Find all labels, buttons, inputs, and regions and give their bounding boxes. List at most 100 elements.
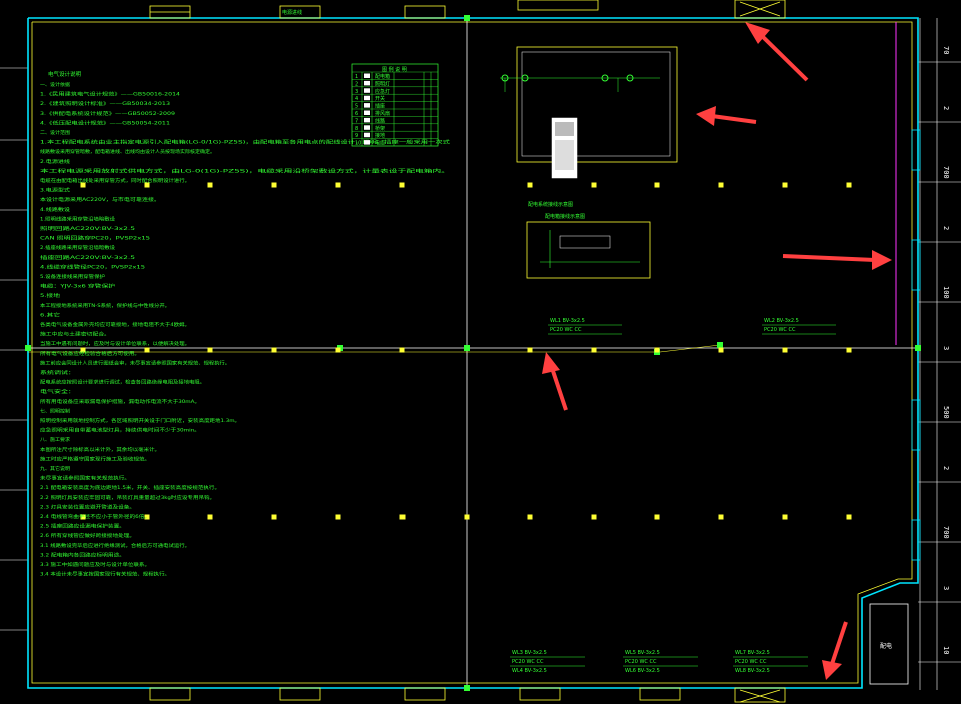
legend-symbol [364, 80, 370, 86]
light-fixture [718, 514, 724, 520]
note-line: 3.1 线路敷设完毕后应进行绝缘测试，合格后方可通电试运行。 [40, 542, 190, 549]
legend-row-no: 5 [355, 104, 358, 110]
light-fixture [271, 514, 277, 520]
legend-row-no: 9 [355, 133, 358, 139]
svg-text:WL3 BV-3x2.5: WL3 BV-3x2.5 [512, 650, 547, 656]
building-outer-wall [27, 17, 919, 689]
light-fixture [654, 514, 660, 520]
legend-symbol [364, 95, 370, 101]
arrow-top-right [745, 22, 809, 82]
note-line: 本图所注尺寸除标高以米计外，其余均以毫米计。 [40, 446, 160, 453]
note-line: 电气安全： [40, 388, 75, 395]
light-fixture [846, 182, 852, 188]
left-axis-ticks [0, 67, 28, 631]
legend-row-no: 6 [355, 111, 358, 117]
note-line: 1.本工程配电系统由业主指定电源引入配电箱(LG-0/1G)-PZ5S)，由配电… [40, 139, 451, 146]
legend-symbol [364, 110, 370, 115]
right-axis-strip: 70 2 700 2 100 3 500 2 700 3 10 [918, 18, 961, 690]
note-line: 当施工中遇有问题时，应及时与设计单位联系，以便解决处理。 [40, 340, 190, 347]
note-line: 2.5 插座回路应设漏电保护装置。 [40, 523, 125, 530]
light-fixture [527, 514, 533, 520]
note-line: 2.插座线路采用穿管沿墙暗敷设 [40, 244, 115, 251]
note-line: 应急照明采用自带蓄电池型灯具，持续供电时间不少于30min。 [40, 427, 200, 434]
note-line: 施工时应严格遵守国家现行施工及验收规范。 [40, 455, 150, 462]
legend-row-no: 4 [355, 96, 358, 102]
light-fixture [207, 514, 213, 520]
note-line: 各类电气设备金属外壳均应可靠接地，接地电阻不大于4欧姆。 [40, 321, 190, 328]
axis-label: 700 [942, 166, 950, 179]
light-fixture [718, 182, 724, 188]
note-line: 一、设计依据 [40, 81, 70, 88]
axis-label: 70 [942, 46, 950, 54]
light-fixture [782, 182, 788, 188]
light-fixture [782, 514, 788, 520]
svg-text:WL6 BV-3x2.5: WL6 BV-3x2.5 [625, 668, 660, 674]
legend-symbol [364, 140, 370, 145]
light-fixture [654, 182, 660, 188]
legend-row-name: 电缆 [375, 140, 385, 147]
legend-row-no: 8 [355, 126, 358, 132]
legend-row-name: 插座 [375, 103, 385, 110]
svg-text:PC20 WC CC: PC20 WC CC [625, 659, 657, 665]
legend-row-no: 7 [355, 118, 358, 124]
svg-text:WL5 BV-3x2.5: WL5 BV-3x2.5 [625, 650, 660, 656]
note-line: 本工程接地系统采用TN-S系统，保护线与中性线分开。 [40, 302, 170, 309]
note-line: 二、设计范围 [40, 129, 70, 136]
axis-label: 2 [942, 226, 950, 230]
note-line: 七、照明控制 [40, 407, 70, 414]
light-fixture [846, 514, 852, 520]
note-line: 配电系统应按照设计要求进行调试，检查各回路绝缘电阻及接地电阻。 [40, 379, 205, 386]
light-fixture [335, 182, 341, 188]
legend-row-no: 3 [355, 89, 358, 95]
note-line: 4.《低压配电设计规范》——GB50054-2011 [40, 119, 170, 126]
light-fixture [271, 347, 277, 353]
legend-row-name: 桥架 [375, 125, 385, 132]
svg-text:PC20 WC CC: PC20 WC CC [735, 659, 767, 665]
light-fixture [144, 347, 150, 353]
schematic-label: 配电系统接线示意图 [528, 201, 573, 208]
legend-symbol [364, 132, 370, 138]
note-line: 5.接地 [40, 292, 61, 299]
note-line: 施工前应会同设计人员进行图纸会审，未尽事宜请参照国家有关规范、规程执行。 [40, 359, 230, 366]
legend-row-name: 线路 [375, 117, 385, 124]
note-line: 系统调试： [40, 369, 75, 376]
note-line: 电缆：YJV-3x6 穿管保护 [40, 283, 116, 290]
note-line: 照明回路AC220V:BV-3x2.5 [40, 225, 135, 232]
small-schematic-label: 配电箱接线示意图 [545, 213, 585, 220]
axis-label: 700 [942, 526, 950, 539]
legend-symbol [364, 117, 370, 123]
arrow-mid-top [696, 106, 757, 126]
circuit-label-bottom-2: WL5 BV-3x2.5 PC20 WC CC WL6 BV-3x2.5 [623, 650, 698, 674]
note-line: 3.《供配电系统设计规范》——GB50052-2009 [40, 110, 175, 117]
legend-symbol [364, 88, 370, 93]
axis-label: 100 [942, 286, 950, 299]
note-line: 1.《民用建筑电气设计规范》——GB50016-2014 [40, 91, 180, 98]
column-marker [464, 345, 470, 351]
legend-row-name: 照明灯 [375, 80, 390, 87]
axis-label: 3 [942, 346, 950, 350]
svg-text:WL2 BV-3x2.5: WL2 BV-3x2.5 [764, 318, 799, 324]
note-line: 4.线路敷设 [40, 206, 71, 213]
legend-table: 图 例 说 明 1 配电箱2 照明灯3 应急灯4 开关5 插座6 排风扇7 线路8 桥架9 接地1… [351, 63, 439, 147]
note-line: 未尽事宜请参照国家有关规范执行。 [40, 475, 130, 482]
note-line: 九、其它说明 [40, 465, 70, 472]
cad-drawing-canvas[interactable]: 702700210035002700310 电源进线 电气设计说明 一、设计依据… [0, 0, 961, 704]
legend-symbol [364, 73, 370, 78]
room-label: 配电 [880, 642, 892, 650]
arrow-center [542, 352, 568, 411]
lighting-run-line-2 [659, 344, 721, 353]
light-fixture [591, 182, 597, 188]
light-fixture [335, 347, 341, 353]
svg-text:WL7 BV-3x2.5: WL7 BV-3x2.5 [735, 650, 770, 656]
svg-text:PC20 WC CC: PC20 WC CC [550, 327, 582, 333]
legend-row-name: 开关 [375, 95, 385, 102]
axis-label: 3 [942, 586, 950, 590]
circuit-label-bottom-1: WL3 BV-3x2.5 PC20 WC CC WL4 BV-3x2.5 [510, 650, 585, 674]
light-fixture [718, 347, 724, 353]
light-fixture [464, 514, 470, 520]
legend-row-name: 接地 [375, 132, 385, 139]
axis-label: 500 [942, 406, 950, 419]
top-edge-label: 电源进线 [282, 9, 302, 16]
light-fixture [207, 347, 213, 353]
note-line: 3.4 本设计未尽事宜按国家现行有关规范、规程执行。 [40, 571, 170, 578]
